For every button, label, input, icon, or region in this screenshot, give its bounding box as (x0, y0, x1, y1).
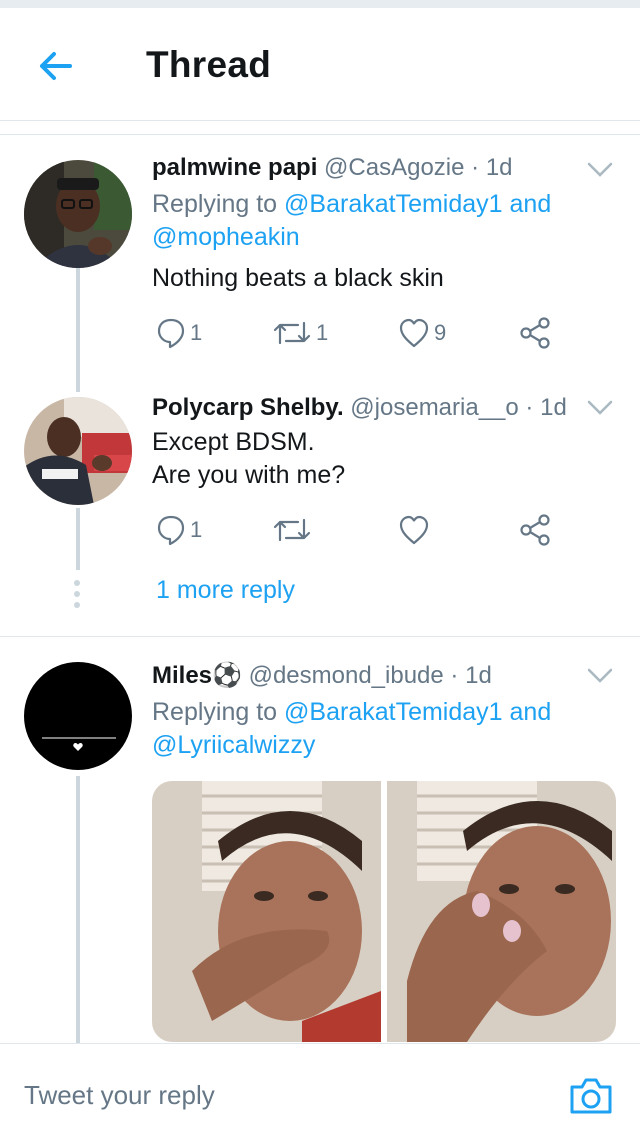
replying-prefix: Replying to (152, 698, 278, 726)
reply-bar: Tweet your reply (0, 1043, 640, 1130)
chevron-down-icon[interactable] (586, 160, 614, 180)
divider (0, 636, 640, 637)
reply-count: 1 (190, 517, 203, 542)
replying-to: Replying to @BarakatTemiday1 and @mophea… (152, 188, 616, 254)
separator-dot: · (450, 662, 459, 689)
tweet-header: Miles⚽ @desmond_ibude · 1d (152, 660, 616, 692)
replying-joiner: and (509, 698, 552, 726)
reply-icon (157, 515, 185, 546)
reply-icon (157, 318, 185, 349)
thread-line (76, 508, 80, 570)
camera-button[interactable] (568, 1073, 614, 1119)
retweet-button[interactable]: 1 (272, 313, 328, 353)
reply-input[interactable]: Tweet your reply (24, 1080, 215, 1111)
arrow-left-icon (40, 52, 72, 80)
separator-dot: · (471, 154, 480, 181)
media-image[interactable] (152, 781, 381, 1042)
tweet-text: Except BDSM. (152, 428, 315, 456)
timestamp: 1d (485, 154, 513, 181)
mention-link[interactable]: @BarakatTemiday1 (284, 190, 503, 218)
tweet-actions: 1 1 9 (152, 313, 572, 353)
tweet-content: Miles⚽ @desmond_ibude · 1d Replying to @… (152, 660, 616, 762)
replying-to: Replying to @BarakatTemiday1 and @Lyriic… (152, 696, 616, 762)
camera-icon (570, 1078, 612, 1114)
like-button[interactable]: 9 (398, 313, 446, 353)
mention-link[interactable]: @Lyriicalwizzy (152, 731, 315, 759)
avatar[interactable] (24, 662, 132, 770)
share-button[interactable] (518, 313, 552, 353)
avatar[interactable] (24, 397, 132, 505)
heart-icon (399, 318, 429, 348)
user-handle[interactable]: @desmond_ibude (249, 662, 444, 689)
more-replies-link[interactable]: 1 more reply (156, 576, 295, 605)
thread-line (76, 776, 80, 1043)
more-replies-dots (74, 580, 80, 613)
user-name[interactable]: Polycarp Shelby. (152, 394, 344, 421)
mention-link[interactable]: @mopheakin (152, 223, 300, 251)
like-button[interactable] (398, 510, 430, 550)
media-image[interactable] (387, 781, 616, 1042)
avatar[interactable] (24, 160, 132, 268)
user-name[interactable]: Miles⚽ (152, 662, 242, 689)
share-icon (520, 317, 550, 349)
mention-link[interactable]: @BarakatTemiday1 (284, 698, 503, 726)
user-name[interactable]: palmwine papi (152, 154, 317, 181)
tweet-content: Polycarp Shelby. @josemaria__o · 1d Exce… (152, 392, 616, 492)
replying-prefix: Replying to (152, 190, 278, 218)
page-title: Thread (146, 44, 272, 85)
user-handle[interactable]: @josemaria__o (350, 394, 518, 421)
heart-icon (399, 515, 429, 545)
retweet-count: 1 (316, 320, 329, 345)
tweet-header: Polycarp Shelby. @josemaria__o · 1d (152, 392, 616, 424)
share-icon (520, 514, 550, 546)
user-handle[interactable]: @CasAgozie (324, 154, 464, 181)
tweet-text: Are you with me? (152, 461, 346, 489)
chevron-down-icon[interactable] (586, 666, 614, 686)
reply-button[interactable]: 1 (156, 510, 202, 550)
chevron-down-icon[interactable] (586, 398, 614, 418)
retweet-button[interactable] (272, 510, 312, 550)
header: Thread (0, 8, 640, 121)
tweet-text: Nothing beats a black skin (152, 264, 444, 292)
thread-line (76, 268, 80, 392)
reply-count: 1 (190, 320, 203, 345)
separator-dot: · (525, 394, 534, 421)
retweet-icon (273, 321, 311, 345)
reply-button[interactable]: 1 (156, 313, 202, 353)
timestamp: 1d (540, 394, 567, 421)
back-button[interactable] (30, 44, 82, 88)
replying-joiner: and (509, 190, 552, 218)
share-button[interactable] (518, 510, 552, 550)
retweet-icon (273, 518, 311, 542)
tweet-header: palmwine papi @CasAgozie · 1d (152, 152, 616, 184)
tweet-media[interactable] (152, 781, 616, 1042)
tweet-actions: 1 (152, 510, 572, 550)
like-count: 9 (434, 320, 447, 345)
status-bar (0, 0, 640, 8)
timestamp: 1d (465, 662, 492, 689)
tweet-content: palmwine papi @CasAgozie · 1d Replying t… (152, 152, 616, 295)
divider (0, 134, 640, 135)
